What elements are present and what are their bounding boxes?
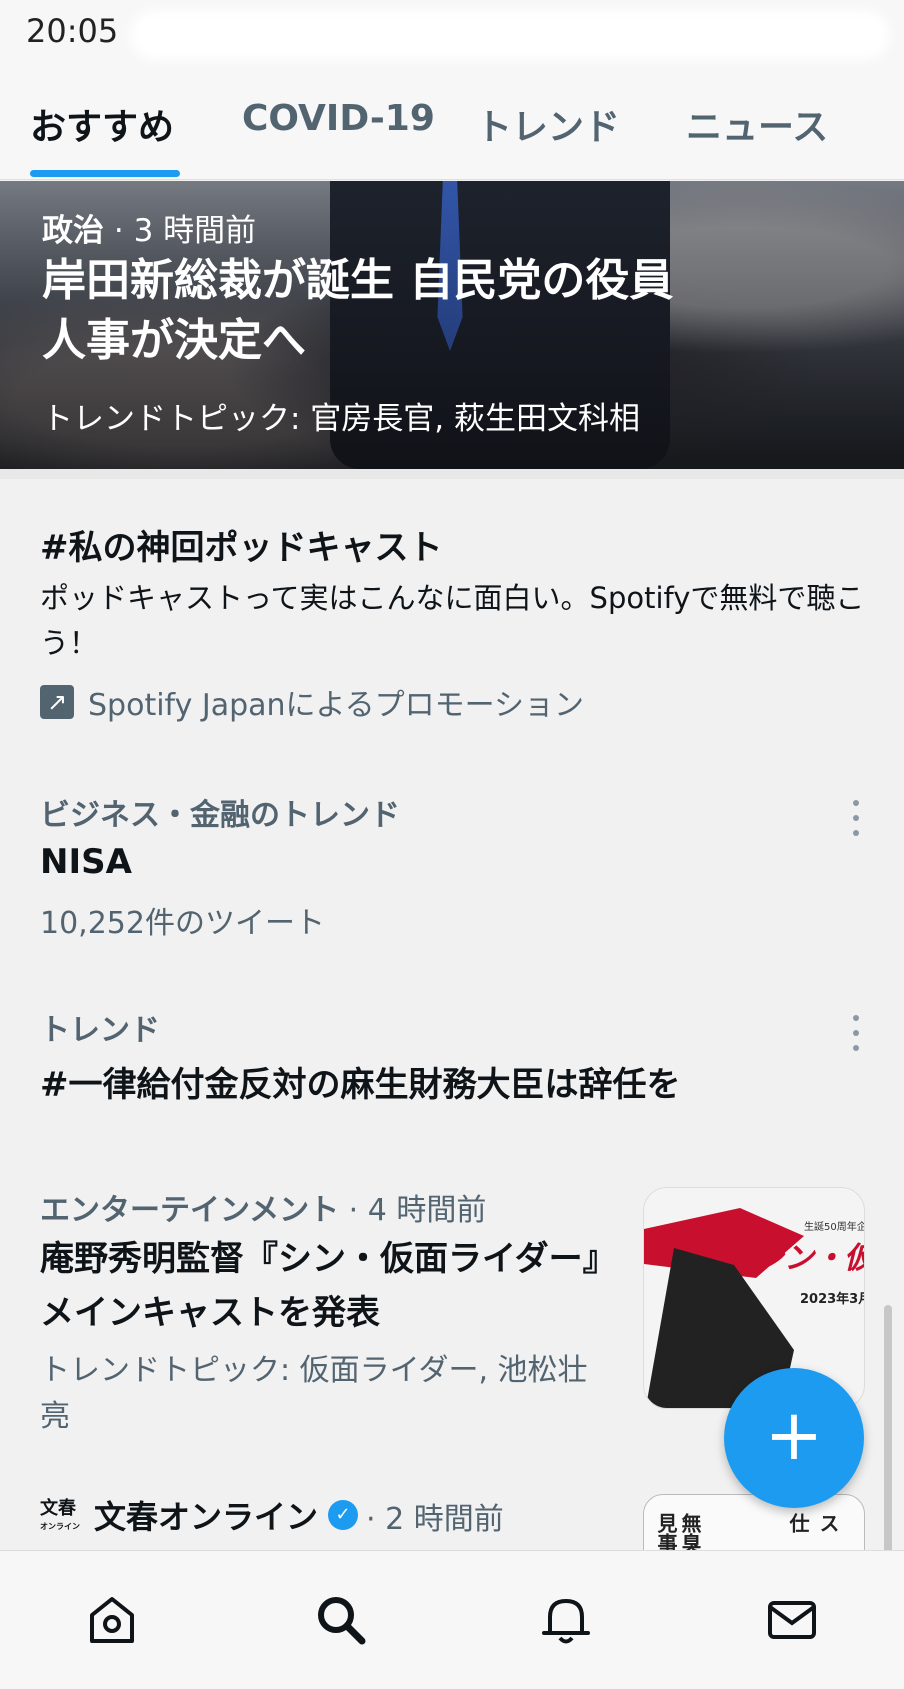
status-time: 20:05 (26, 12, 119, 50)
home-icon[interactable] (84, 1591, 140, 1647)
trend-tweet-count: 10,252件のツイート (40, 906, 325, 941)
hero-news-card[interactable]: 政治 · 3 時間前 岸田新総裁が誕生 自民党の役員 人事が決定へ トレンドトピ… (0, 181, 904, 469)
more-options-icon[interactable] (846, 800, 866, 836)
promo-title[interactable]: #私の神回ポッドキャスト (40, 520, 443, 569)
active-tab-indicator (30, 170, 180, 177)
source-logo: 文春 オンライン (40, 1498, 80, 1532)
promoted-arrow-icon: ↗ (40, 685, 74, 719)
source-name[interactable]: 文春オンライン (94, 1492, 318, 1538)
notifications-icon[interactable] (538, 1591, 594, 1647)
messages-icon[interactable] (764, 1591, 820, 1647)
news-title[interactable]: 庵野秀明監督『シン・仮面ライダー』メインキャストを発表 (40, 1232, 620, 1340)
news-category: エンターテインメント · 4 時間前 (40, 1193, 487, 1228)
section-divider (0, 469, 904, 479)
status-redacted-area (130, 10, 890, 60)
explore-tabs: おすすめ COVID-19 トレンド ニュース (0, 70, 904, 180)
verified-badge-icon: ✓ (328, 1500, 358, 1530)
news-trending-topic: トレンドトピック: 仮面ライダー, 池松壮亮 (40, 1353, 588, 1434)
promoted-by[interactable]: ↗ Spotify Japanによるプロモーション (40, 680, 584, 724)
tab-news[interactable]: ニュース (686, 98, 828, 150)
trend-category: トレンド (40, 1013, 160, 1048)
source-time: · 2 時間前 (366, 1502, 504, 1537)
promo-description: ポッドキャストって実はこんなに面白い。Spotifyで無料で聴こう！ (40, 581, 865, 660)
compose-tweet-button[interactable]: + (724, 1368, 864, 1508)
more-options-icon[interactable] (846, 1015, 866, 1051)
trend-title[interactable]: NISA (40, 842, 132, 882)
search-icon[interactable] (312, 1591, 368, 1647)
news-thumbnail[interactable]: 生誕50周年企画 シン・仮面 2023年3月 (643, 1187, 865, 1409)
bottom-navigation (0, 1550, 904, 1689)
hero-trending-topic: トレンドトピック: 官房長官, 萩生田文科相 (42, 401, 641, 437)
status-bar: 20:05 (0, 0, 904, 70)
tab-covid[interactable]: COVID-19 (242, 98, 435, 139)
hero-title: 岸田新総裁が誕生 自民党の役員 人事が決定へ (42, 255, 674, 366)
promoter-label: Spotify Japanによるプロモーション (88, 688, 585, 723)
trend-title[interactable]: #一律給付金反対の麻生財務大臣は辞任を (40, 1057, 681, 1106)
tab-for-you[interactable]: おすすめ (30, 98, 174, 150)
trend-category: ビジネス・金融のトレンド (40, 798, 400, 833)
tab-trending[interactable]: トレンド (476, 98, 620, 150)
hero-category: 政治 · 3 時間前 (42, 213, 257, 249)
